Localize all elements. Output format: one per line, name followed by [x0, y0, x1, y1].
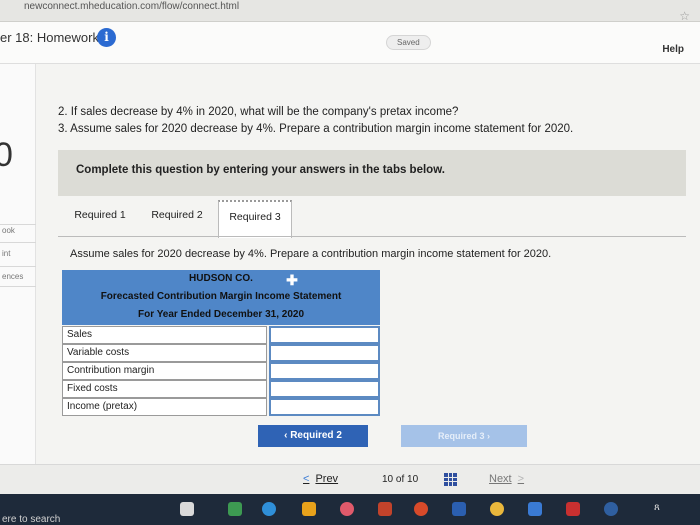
prev-question-link[interactable]: < Prev: [303, 473, 338, 485]
office-icon[interactable]: [378, 502, 392, 516]
table-row: Fixed costs: [62, 380, 380, 398]
powerpoint-icon[interactable]: [414, 502, 428, 516]
sidebar-divider: [0, 242, 36, 243]
chevron-right-icon: ›: [484, 431, 490, 441]
acrobat-icon[interactable]: [566, 502, 580, 516]
next-label: Next: [489, 473, 512, 485]
page-counter: 10 of 10: [382, 474, 418, 485]
prev-required-label: Required 2: [290, 430, 342, 441]
statement-header: HUDSON CO. ✚ Forecasted Contribution Mar…: [62, 270, 380, 325]
row-label-contribution-margin: Contribution margin: [62, 362, 267, 380]
income-pretax-input[interactable]: [269, 398, 380, 416]
tab-required-2[interactable]: Required 2: [142, 200, 212, 236]
sidebar-item-ebook[interactable]: ook: [2, 226, 15, 235]
contribution-margin-input[interactable]: [269, 362, 380, 380]
app-icon[interactable]: [604, 502, 618, 516]
browser-url-bar[interactable]: newconnect.mheducation.com/flow/connect.…: [0, 0, 700, 23]
left-sidebar: 0 ook int ences: [0, 64, 36, 484]
tab-required-3[interactable]: Required 3: [218, 200, 292, 238]
prev-label: Prev: [315, 473, 339, 485]
row-label-sales: Sales: [62, 326, 267, 344]
question-number: 0: [0, 136, 13, 174]
next-required-button[interactable]: Required 3 ›: [401, 425, 527, 447]
row-label-fixed-costs: Fixed costs: [62, 380, 267, 398]
instruction-panel: Complete this question by entering your …: [58, 150, 686, 196]
mail-icon[interactable]: [528, 502, 542, 516]
table-row: Contribution margin: [62, 362, 380, 380]
files-icon[interactable]: [302, 502, 316, 516]
plus-move-icon[interactable]: ✚: [285, 273, 299, 287]
sidebar-divider: [0, 224, 36, 225]
statement-title: Forecasted Contribution Margin Income St…: [100, 291, 342, 302]
table-row: Income (pretax): [62, 398, 380, 416]
next-question-link[interactable]: Next >: [489, 473, 524, 485]
chrome-icon[interactable]: [490, 502, 504, 516]
task-view-icon[interactable]: [180, 502, 194, 516]
assignment-title: er 18: Homework: [0, 30, 99, 45]
sidebar-item-print[interactable]: int: [2, 249, 10, 258]
next-required-label: Required 3: [437, 431, 485, 441]
table-row: Sales: [62, 326, 380, 344]
page-of: of: [395, 474, 405, 485]
sidebar-divider: [0, 266, 36, 267]
tabs-divider: [58, 236, 686, 237]
company-name: HUDSON CO.: [189, 273, 253, 284]
url-text[interactable]: newconnect.mheducation.com/flow/connect.…: [24, 1, 239, 12]
prev-required-button[interactable]: ‹ Required 2: [258, 425, 368, 447]
variable-costs-input[interactable]: [269, 344, 380, 362]
statement-period: For Year Ended December 31, 2020: [137, 309, 304, 320]
people-icon[interactable]: ጸ: [654, 502, 668, 516]
question-part-2: 2. If sales decrease by 4% in 2020, what…: [58, 106, 459, 118]
taskbar-search[interactable]: ere to search: [2, 514, 60, 525]
page-current: 10: [382, 474, 394, 485]
row-label-income-pretax: Income (pretax): [62, 398, 267, 416]
app-header: er 18: Homework i Saved Help: [0, 22, 700, 64]
store-icon[interactable]: [228, 502, 242, 516]
bookmark-star-icon[interactable]: ☆: [679, 9, 690, 23]
chevron-right-icon: >: [517, 473, 525, 485]
grid-icon[interactable]: [444, 473, 457, 486]
sidebar-item-references[interactable]: ences: [2, 272, 23, 281]
question-part-3: 3. Assume sales for 2020 decrease by 4%.…: [58, 123, 574, 135]
chevron-left-icon: <: [303, 473, 310, 485]
table-row: Variable costs: [62, 344, 380, 362]
fixed-costs-input[interactable]: [269, 380, 380, 398]
windows-taskbar: ere to search ጸ: [0, 494, 700, 525]
help-link[interactable]: Help: [662, 44, 684, 55]
tab-instruction: Assume sales for 2020 decrease by 4%. Pr…: [70, 248, 552, 260]
word-icon[interactable]: [452, 502, 466, 516]
saved-status-badge: Saved: [386, 35, 431, 50]
music-icon[interactable]: [340, 502, 354, 516]
tab-required-1[interactable]: Required 1: [64, 200, 136, 236]
edge-icon[interactable]: [262, 502, 276, 516]
instruction-text: Complete this question by entering your …: [76, 164, 445, 176]
row-label-variable-costs: Variable costs: [62, 344, 267, 362]
page-total: 10: [407, 474, 419, 485]
sales-input[interactable]: [269, 326, 380, 344]
question-nav-bar: < Prev 10 of 10 Next >: [0, 464, 700, 494]
sidebar-divider: [0, 286, 36, 287]
info-icon[interactable]: i: [97, 28, 116, 47]
